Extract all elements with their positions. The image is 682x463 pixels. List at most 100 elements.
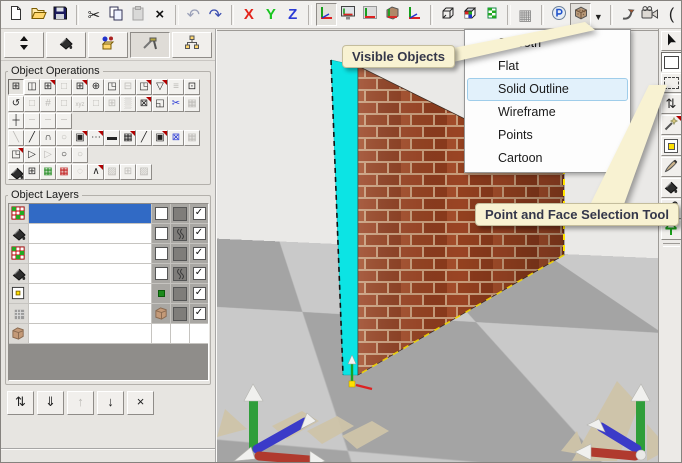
menu-item-points[interactable]: Points xyxy=(467,124,628,147)
layer-swatch[interactable] xyxy=(173,207,187,221)
layer-row[interactable]: ✓ xyxy=(9,204,208,224)
op-button[interactable]: □ xyxy=(56,96,72,112)
layer-cell[interactable] xyxy=(151,264,170,283)
layer-checkbox[interactable] xyxy=(155,247,168,260)
op-button[interactable]: ┼ xyxy=(8,113,24,129)
layer-cell[interactable] xyxy=(170,244,189,263)
screen-axis-button[interactable] xyxy=(338,3,359,26)
layer-cell[interactable] xyxy=(170,304,189,323)
op-button[interactable]: ◫ xyxy=(24,79,40,95)
layer-cell[interactable] xyxy=(151,224,170,243)
bend-tool-button[interactable] xyxy=(617,3,638,26)
layer-name[interactable] xyxy=(29,204,151,223)
layer-swatch[interactable] xyxy=(173,287,187,301)
point-face-selection-tool[interactable] xyxy=(661,52,682,72)
tab-materials[interactable] xyxy=(46,32,86,58)
op-button[interactable]: ⊞ xyxy=(120,164,136,180)
perspective-tool-button[interactable] xyxy=(548,3,569,26)
op-button[interactable]: ◱ xyxy=(152,96,168,112)
fill-bucket-tool[interactable] xyxy=(661,178,682,198)
op-button[interactable]: ◳ xyxy=(104,79,120,95)
layer-row[interactable]: ✓ xyxy=(9,224,208,244)
layer-enabled-checkbox[interactable]: ✓ xyxy=(193,207,206,220)
op-button[interactable]: ⊞ xyxy=(40,79,56,95)
op-button[interactable]: ≡ xyxy=(168,79,184,95)
op-button[interactable]: ▦ xyxy=(40,164,56,180)
op-button[interactable]: ▦ xyxy=(120,130,136,146)
axis-y-button[interactable]: Y xyxy=(260,3,281,26)
op-button[interactable]: ⊠ xyxy=(136,96,152,112)
op-button[interactable]: ┄ xyxy=(40,113,56,129)
layer-enabled-checkbox[interactable]: ✓ xyxy=(193,307,206,320)
axis-x-button[interactable]: X xyxy=(238,3,259,26)
layer-row[interactable]: ✓ xyxy=(9,304,208,324)
op-button[interactable]: ⋯ xyxy=(88,130,104,146)
op-button[interactable]: ▦ xyxy=(184,130,200,146)
op-button[interactable]: ⊠ xyxy=(168,130,184,146)
op-button[interactable]: ▦ xyxy=(184,96,200,112)
layer-cell[interactable]: ✓ xyxy=(189,304,208,323)
op-button[interactable]: ⊞ xyxy=(24,164,40,180)
menu-item-flat[interactable]: Flat xyxy=(467,55,628,78)
op-button[interactable]: ∧ xyxy=(88,164,104,180)
layer-cell[interactable] xyxy=(151,284,170,303)
local-axis-button[interactable] xyxy=(404,3,425,26)
op-button[interactable]: ∩ xyxy=(40,130,56,146)
op-button[interactable]: ╱ xyxy=(24,130,40,146)
world-axis-button[interactable] xyxy=(316,3,337,26)
layer-cell[interactable] xyxy=(151,304,170,323)
layer-cell[interactable] xyxy=(170,224,189,243)
tab-transform[interactable] xyxy=(4,32,44,58)
op-button[interactable]: ┄ xyxy=(56,113,72,129)
undo-button[interactable]: ↶ xyxy=(183,3,204,26)
op-button[interactable]: ○ xyxy=(56,130,72,146)
marquee-select-tool[interactable] xyxy=(661,73,682,93)
paste-button[interactable] xyxy=(127,3,148,26)
op-button[interactable]: ⊡ xyxy=(184,79,200,95)
redo-button[interactable]: ↷ xyxy=(205,3,226,26)
op-button[interactable]: ┄ xyxy=(24,113,40,129)
copy-button[interactable] xyxy=(105,3,126,26)
op-button[interactable]: ◳ xyxy=(136,79,152,95)
visible-objects-dropdown[interactable]: ▼ xyxy=(592,3,604,26)
layer-checkbox[interactable] xyxy=(155,267,168,280)
layer-name[interactable] xyxy=(29,284,151,303)
layer-checkbox[interactable] xyxy=(155,207,168,220)
menu-item-cartoon[interactable]: Cartoon xyxy=(467,147,628,170)
op-button[interactable]: ◳ xyxy=(8,147,24,163)
texture-view-button[interactable] xyxy=(481,3,502,26)
material-view-button[interactable] xyxy=(459,3,480,26)
tab-primitives[interactable] xyxy=(88,32,128,58)
camera-button[interactable] xyxy=(639,3,660,26)
layer-cell[interactable]: ✓ xyxy=(189,224,208,243)
arc-tool-button[interactable]: ( xyxy=(661,3,682,26)
delete-button[interactable]: × xyxy=(149,3,170,26)
op-button[interactable]: ▨ xyxy=(104,164,120,180)
op-button[interactable]: xyz xyxy=(72,96,88,112)
layer-cell[interactable] xyxy=(151,204,170,223)
op-button[interactable]: ⊞ xyxy=(72,79,88,95)
op-button[interactable]: ▨ xyxy=(136,164,152,180)
grid-axis-button[interactable] xyxy=(360,3,381,26)
op-button[interactable]: ╱ xyxy=(136,130,152,146)
layer-cell[interactable]: ✓ xyxy=(189,264,208,283)
op-button[interactable]: ↺ xyxy=(8,96,24,112)
layer-enabled-checkbox[interactable]: ✓ xyxy=(193,227,206,240)
axis-flip-tool[interactable]: ⇅ xyxy=(661,94,682,114)
op-button[interactable]: ▬ xyxy=(104,130,120,146)
layer-swatch[interactable] xyxy=(173,247,187,261)
layer-move-up-button[interactable]: ↑ xyxy=(67,391,94,415)
op-button[interactable]: ▒ xyxy=(120,96,136,112)
layer-checkbox[interactable] xyxy=(155,227,168,240)
layer-swatch[interactable] xyxy=(173,307,187,321)
op-button[interactable]: ⊕ xyxy=(88,79,104,95)
magic-wand-tool[interactable] xyxy=(661,115,682,135)
op-button[interactable]: ▷ xyxy=(24,147,40,163)
layer-name[interactable] xyxy=(29,264,151,283)
layer-enabled-checkbox[interactable]: ✓ xyxy=(193,287,206,300)
menu-item-smooth[interactable]: Smooth xyxy=(467,32,628,55)
new-button[interactable] xyxy=(6,3,27,26)
layer-cycle-button[interactable]: ⇅ xyxy=(7,391,34,415)
op-button[interactable]: ▷ xyxy=(40,147,56,163)
layer-insert-button[interactable]: ⇓ xyxy=(37,391,64,415)
